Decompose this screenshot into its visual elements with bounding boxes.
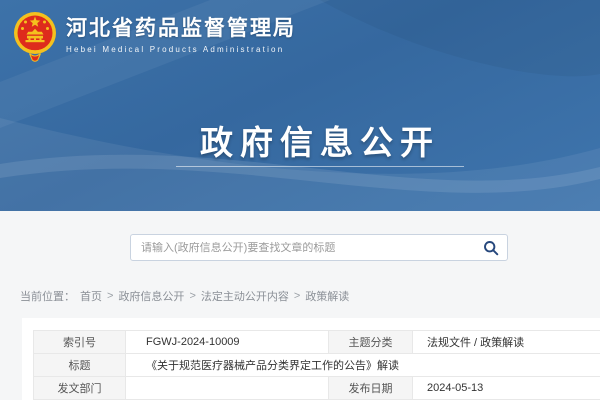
- national-emblem-icon: [13, 8, 57, 62]
- search-input[interactable]: [131, 242, 475, 254]
- banner-underline: [176, 166, 464, 167]
- category-label: 主题分类: [329, 331, 413, 354]
- breadcrumb-prefix: 当前位置：: [20, 288, 75, 304]
- publish-date-label: 发布日期: [329, 377, 413, 400]
- breadcrumb-item-info-disclosure[interactable]: 政府信息公开: [118, 288, 184, 304]
- publish-date-value: 2024-05-13: [413, 377, 600, 400]
- table-row-department: 发文部门 发布日期 2024-05-13: [34, 377, 600, 400]
- site-name-en: Hebei Medical Products Administration: [66, 45, 296, 54]
- table-row-index: 索引号 FGWJ-2024-10009 主题分类 法规文件 / 政策解读: [34, 331, 600, 354]
- breadcrumb-separator: >: [294, 290, 300, 302]
- search-box[interactable]: [130, 234, 508, 261]
- doc-title-value: 《关于规范医疗器械产品分类界定工作的公告》解读: [126, 354, 600, 377]
- search-icon: [483, 240, 499, 256]
- breadcrumb: 当前位置： 首页 > 政府信息公开 > 法定主动公开内容 > 政策解读: [20, 288, 349, 304]
- issuing-department-label: 发文部门: [34, 377, 126, 400]
- doc-title-label: 标题: [34, 354, 126, 377]
- table-row-title: 标题 《关于规范医疗器械产品分类界定工作的公告》解读: [34, 354, 600, 377]
- breadcrumb-item-home[interactable]: 首页: [80, 288, 102, 304]
- site-name-cn: 河北省药品监督管理局: [66, 16, 296, 42]
- breadcrumb-item-statutory-content[interactable]: 法定主动公开内容: [201, 288, 289, 304]
- index-number-value: FGWJ-2024-10009: [126, 331, 329, 354]
- search-button[interactable]: [475, 235, 507, 260]
- document-info-card: 索引号 FGWJ-2024-10009 主题分类 法规文件 / 政策解读 标题 …: [22, 318, 600, 400]
- breadcrumb-separator: >: [107, 290, 113, 302]
- index-number-label: 索引号: [34, 331, 126, 354]
- issuing-department-value: [126, 377, 329, 400]
- hero-banner: 河北省药品监督管理局 Hebei Medical Products Admini…: [0, 0, 600, 211]
- site-logo[interactable]: 河北省药品监督管理局 Hebei Medical Products Admini…: [13, 8, 296, 62]
- document-meta-table: 索引号 FGWJ-2024-10009 主题分类 法规文件 / 政策解读 标题 …: [33, 330, 600, 400]
- category-value: 法规文件 / 政策解读: [413, 331, 600, 354]
- page-title: 政府信息公开: [20, 116, 600, 164]
- site-title-block: 河北省药品监督管理局 Hebei Medical Products Admini…: [66, 16, 296, 54]
- breadcrumb-item-policy-interpretation[interactable]: 政策解读: [305, 288, 349, 304]
- breadcrumb-separator: >: [189, 290, 195, 302]
